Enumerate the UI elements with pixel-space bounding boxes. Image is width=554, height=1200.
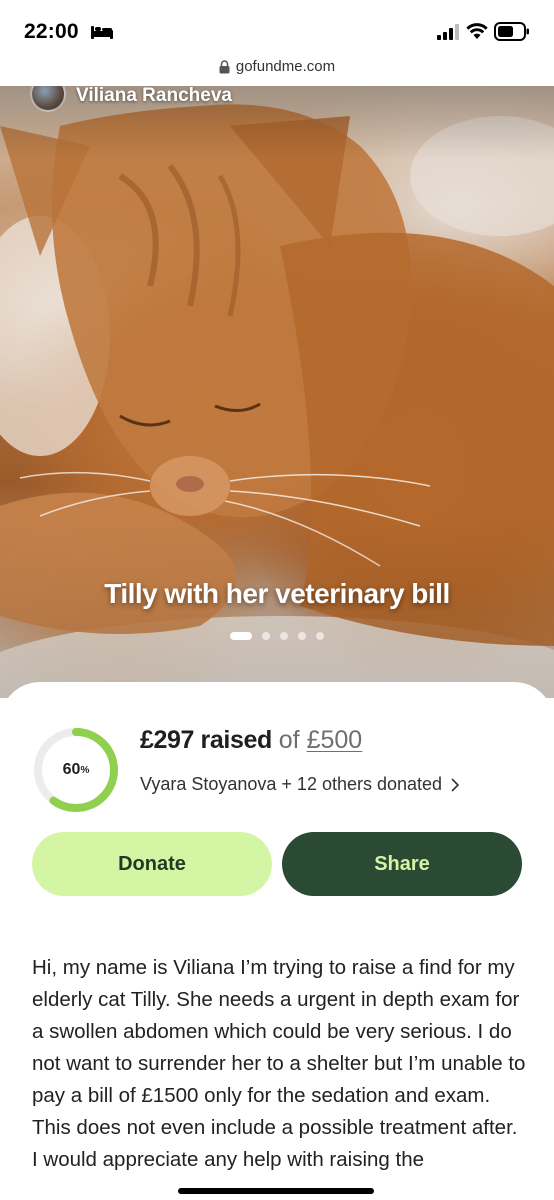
status-time: 22:00 (24, 20, 79, 43)
organizer[interactable]: Viliana Rancheva (30, 86, 232, 112)
wifi-icon (466, 23, 488, 39)
chevron-right-icon (451, 777, 460, 792)
raised-amount: £297 raised (140, 726, 272, 754)
battery-icon (494, 22, 529, 41)
carousel-dots[interactable] (0, 632, 554, 640)
raised-of: of (278, 726, 300, 754)
carousel-dot-4[interactable] (298, 632, 306, 640)
hero-photo[interactable]: Viliana Rancheva Tilly with her veterina… (0, 86, 554, 698)
progress-percent: 60% (62, 761, 90, 778)
goal-amount: £500 (306, 726, 363, 754)
lock-icon (219, 59, 230, 73)
share-button[interactable]: Share (282, 832, 522, 896)
raised-summary: £297 raised of £500 (140, 726, 362, 755)
donors-link[interactable]: Vyara Stoyanova + 12 others donated (140, 774, 460, 795)
story-paragraph: Hi, my name is Viliana I’m trying to rai… (32, 956, 526, 1139)
address-bar[interactable]: gofundme.com (0, 56, 554, 86)
story-text: Hi, my name is Viliana I’m trying to rai… (32, 952, 532, 1176)
home-indicator[interactable] (178, 1188, 374, 1194)
carousel-dot-3[interactable] (280, 632, 288, 640)
organizer-name: Viliana Rancheva (76, 86, 232, 106)
avatar (30, 86, 66, 112)
carousel-dot-5[interactable] (316, 632, 324, 640)
donors-text: Vyara Stoyanova + 12 others donated (140, 774, 443, 794)
photo-caption: Tilly with her veterinary bill (104, 578, 450, 609)
bed-icon (91, 26, 113, 39)
fundraiser-card: 60% £297 raised of £500 Vyara Stoyanova … (0, 682, 554, 1200)
carousel-dot-1[interactable] (230, 632, 252, 640)
donate-button[interactable]: Donate (32, 832, 272, 896)
status-bar: 22:00 (0, 0, 554, 58)
carousel-dot-2[interactable] (262, 632, 270, 640)
story-paragraph: I would appreciate any help with raising… (32, 1148, 425, 1171)
signal-icon (437, 24, 459, 40)
url-text: gofundme.com (235, 58, 336, 75)
